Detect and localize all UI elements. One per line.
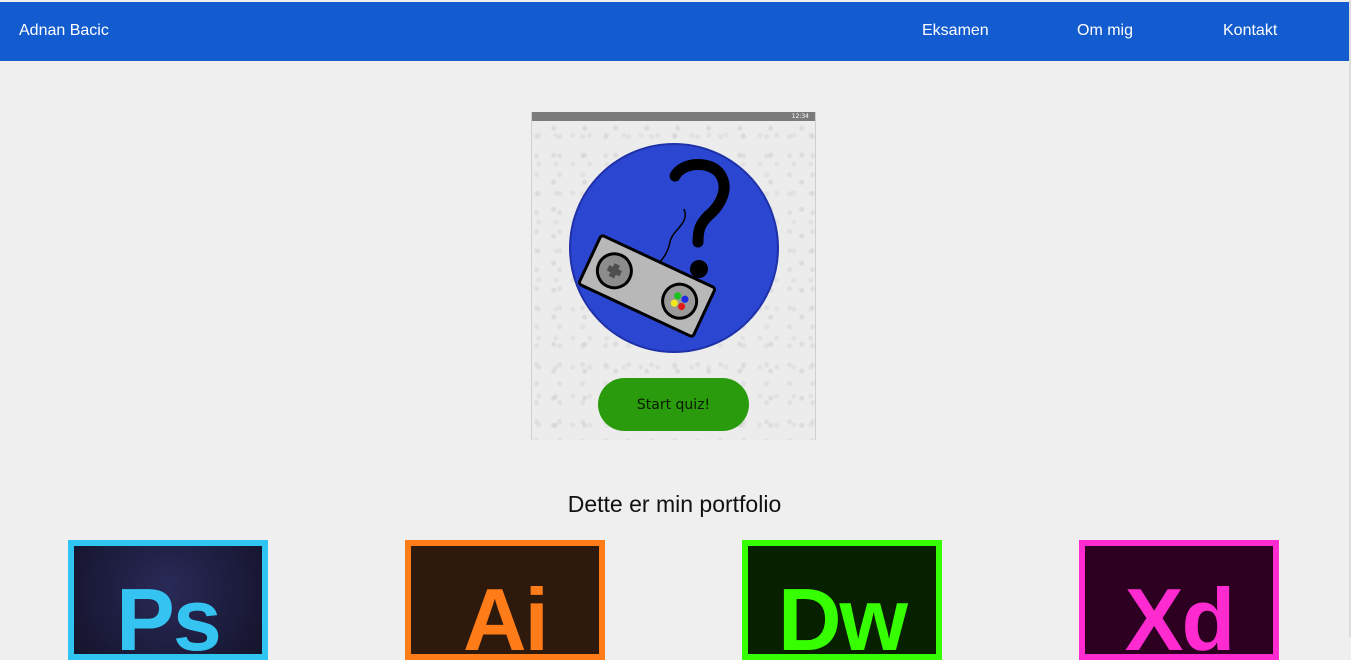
photoshop-logo-text: Ps [116,570,222,660]
illustrator-tile[interactable]: Ai [405,540,605,660]
start-quiz-button[interactable]: Start quiz! [598,378,749,431]
nav-link-eksamen[interactable]: Eksamen [922,22,989,40]
nav-link-kontakt[interactable]: Kontakt [1223,22,1277,40]
portfolio-title: Dette er min portfolio [567,491,782,517]
xd-logo-text: Xd [1124,570,1235,660]
xd-tile[interactable]: Xd [1079,540,1279,660]
brand-link[interactable]: Adnan Bacic [19,22,109,40]
photoshop-tile[interactable]: Ps [68,540,268,660]
top-navbar: Adnan Bacic Eksamen Om mig Kontakt [0,2,1349,61]
illustrator-logo-text: Ai [463,570,549,660]
dreamweaver-logo-text: Dw [778,570,908,660]
dreamweaver-tile[interactable]: Dw [742,540,942,660]
quiz-app-preview: 12:34 Start quiz! [531,112,816,440]
nav-link-om-mig[interactable]: Om mig [1077,22,1133,40]
